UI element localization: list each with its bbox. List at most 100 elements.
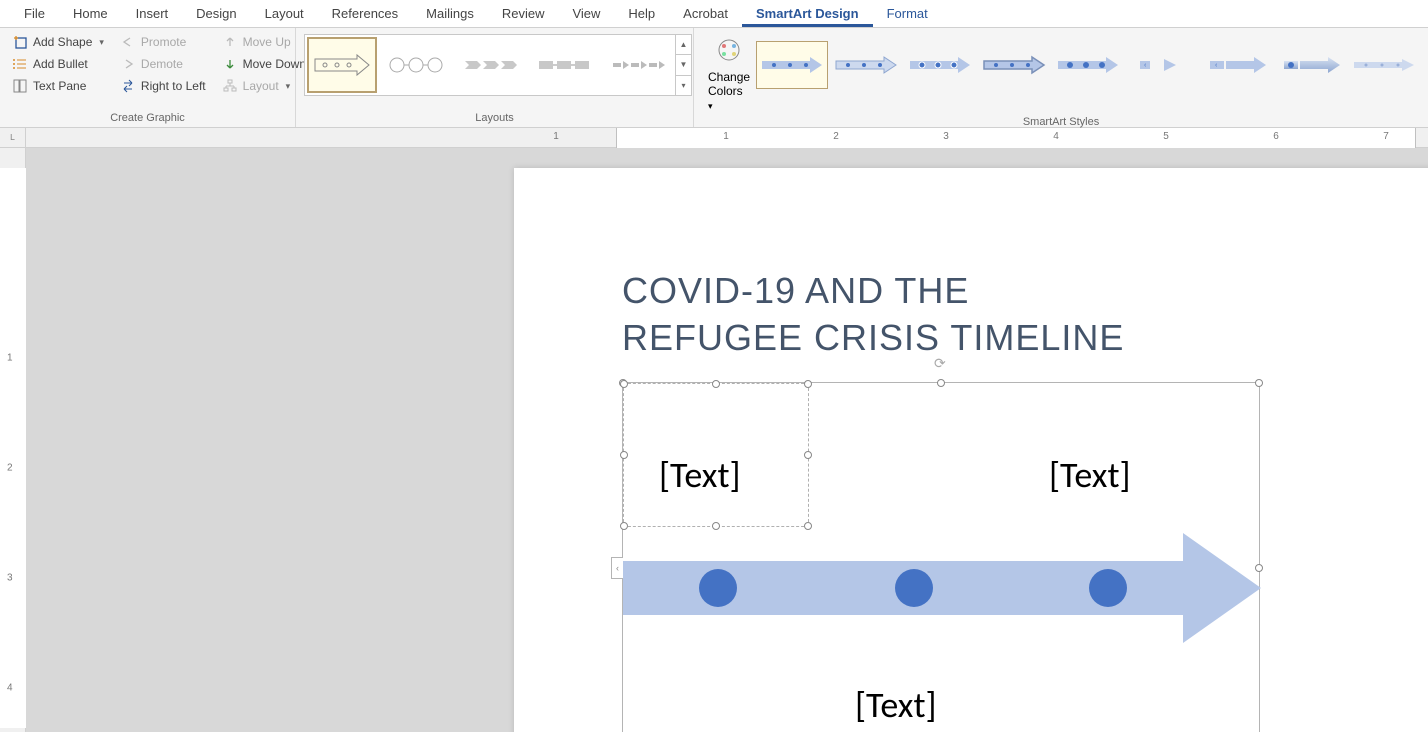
move-up-label: Move Up <box>243 35 291 49</box>
horizontal-ruler[interactable]: 1 1 2 3 4 5 6 7 <box>26 128 1428 147</box>
tab-home[interactable]: Home <box>59 0 122 27</box>
style-thumb-1[interactable] <box>756 41 828 89</box>
layouts-gallery: ▲ ▼ ▾ <box>304 34 692 96</box>
layout-thumb-3[interactable] <box>455 37 525 93</box>
text-pane-icon <box>12 78 28 94</box>
tab-help[interactable]: Help <box>614 0 669 27</box>
add-bullet-label: Add Bullet <box>33 57 88 71</box>
add-bullet-button[interactable]: Add Bullet <box>8 54 108 74</box>
add-shape-button[interactable]: Add Shape <box>8 32 108 52</box>
workspace: 1 2 3 4 COVID-19 AND THE REFUGEE CRISIS … <box>0 148 1428 732</box>
layout-thumb-2[interactable] <box>381 37 451 93</box>
document-canvas[interactable]: COVID-19 AND THE REFUGEE CRISIS TIMELINE… <box>26 148 1428 732</box>
document-page[interactable]: COVID-19 AND THE REFUGEE CRISIS TIMELINE… <box>514 168 1428 732</box>
tab-acrobat[interactable]: Acrobat <box>669 0 742 27</box>
ruler-mark: 1 <box>553 131 559 142</box>
page-title-line1[interactable]: COVID-19 AND THE <box>622 268 1124 315</box>
promote-button[interactable]: Promote <box>116 32 210 52</box>
group-smartart-styles: Change Colors ▾ <box>694 28 1428 127</box>
layout-icon <box>222 78 238 94</box>
smartart-selection-frame[interactable]: ⟳ ‹ <box>622 382 1260 732</box>
change-colors-icon <box>713 36 745 68</box>
add-shape-label: Add Shape <box>33 35 92 49</box>
tab-format[interactable]: Format <box>873 0 942 27</box>
promote-icon <box>120 34 136 50</box>
demote-button[interactable]: Demote <box>116 54 210 74</box>
right-to-left-label: Right to Left <box>141 79 206 93</box>
resize-handle[interactable] <box>620 380 628 388</box>
resize-handle[interactable] <box>937 379 945 387</box>
page-title-line2[interactable]: REFUGEE CRISIS TIMELINE <box>622 315 1124 362</box>
move-up-icon <box>222 34 238 50</box>
resize-handle[interactable] <box>804 380 812 388</box>
style-thumb-4[interactable] <box>978 41 1050 89</box>
ruler-mark: 1 <box>7 353 13 364</box>
add-shape-icon <box>12 34 28 50</box>
style-thumb-2[interactable] <box>830 41 902 89</box>
timeline-text-placeholder[interactable]: [Text] <box>855 683 937 727</box>
ruler-mark: 5 <box>1163 131 1169 142</box>
tab-view[interactable]: View <box>558 0 614 27</box>
change-colors-button[interactable]: Change Colors ▾ <box>702 32 756 116</box>
timeline-text-placeholder[interactable]: [Text] <box>1049 453 1131 497</box>
timeline-node[interactable] <box>895 569 933 607</box>
ruler-row: L 1 1 2 3 4 5 6 7 <box>0 128 1428 148</box>
styles-gallery: ‹ ‹ <box>756 34 1420 96</box>
layouts-scroll-down[interactable]: ▼ <box>676 55 691 75</box>
style-thumb-6[interactable]: ‹ <box>1126 41 1198 89</box>
tab-layout[interactable]: Layout <box>251 0 318 27</box>
text-pane-label: Text Pane <box>33 79 86 93</box>
style-thumb-5[interactable] <box>1052 41 1124 89</box>
text-pane-toggle[interactable]: ‹ <box>611 557 623 579</box>
ruler-mark: 4 <box>7 683 13 694</box>
style-thumb-7[interactable]: ‹ <box>1200 41 1272 89</box>
tab-insert[interactable]: Insert <box>122 0 183 27</box>
ruler-mark: 1 <box>723 131 729 142</box>
layout-thumb-5[interactable] <box>603 37 673 93</box>
layouts-scroll-more[interactable]: ▾ <box>676 76 691 95</box>
ruler-mark: 6 <box>1273 131 1279 142</box>
add-bullet-icon <box>12 56 28 72</box>
ruler-corner[interactable]: L <box>0 128 26 148</box>
timeline-node[interactable] <box>699 569 737 607</box>
ruler-mark: 2 <box>7 463 13 474</box>
group-layouts: ▲ ▼ ▾ Layouts <box>296 28 694 127</box>
text-pane-button[interactable]: Text Pane <box>8 76 108 96</box>
resize-handle[interactable] <box>712 380 720 388</box>
layouts-scroll-up[interactable]: ▲ <box>676 35 691 55</box>
ruler-mark: 3 <box>7 573 13 584</box>
ruler-mark: 3 <box>943 131 949 142</box>
style-thumb-9[interactable] <box>1348 41 1420 89</box>
resize-handle[interactable] <box>804 522 812 530</box>
right-to-left-button[interactable]: Right to Left <box>116 76 210 96</box>
promote-label: Promote <box>141 35 186 49</box>
timeline-node[interactable] <box>1089 569 1127 607</box>
change-colors-label-1: Change <box>708 70 750 84</box>
resize-handle[interactable] <box>1255 379 1263 387</box>
resize-handle[interactable] <box>804 451 812 459</box>
style-thumb-8[interactable] <box>1274 41 1346 89</box>
resize-handle[interactable] <box>620 451 628 459</box>
rotate-handle-icon[interactable]: ⟳ <box>934 355 948 369</box>
vertical-ruler[interactable]: 1 2 3 4 <box>0 148 26 732</box>
resize-handle[interactable] <box>620 522 628 530</box>
tab-file[interactable]: File <box>10 0 59 27</box>
layouts-gallery-scroll: ▲ ▼ ▾ <box>675 35 691 95</box>
group-label-create-graphic: Create Graphic <box>8 112 287 127</box>
timeline-text-placeholder[interactable]: [Text] <box>659 453 741 497</box>
tab-references[interactable]: References <box>318 0 412 27</box>
change-colors-label-2: Colors ▾ <box>708 84 750 112</box>
ruler-mark: 4 <box>1053 131 1059 142</box>
group-create-graphic: Add Shape Add Bullet Text Pane <box>0 28 296 127</box>
tab-design[interactable]: Design <box>182 0 250 27</box>
ruler-mark: 7 <box>1383 131 1389 142</box>
style-thumb-3[interactable] <box>904 41 976 89</box>
tab-review[interactable]: Review <box>488 0 559 27</box>
ruler-mark: 2 <box>833 131 839 142</box>
tab-smartart-design[interactable]: SmartArt Design <box>742 0 873 27</box>
tab-mailings[interactable]: Mailings <box>412 0 488 27</box>
layout-thumb-1[interactable] <box>307 37 377 93</box>
layout-thumb-4[interactable] <box>529 37 599 93</box>
demote-label: Demote <box>141 57 183 71</box>
resize-handle[interactable] <box>712 522 720 530</box>
